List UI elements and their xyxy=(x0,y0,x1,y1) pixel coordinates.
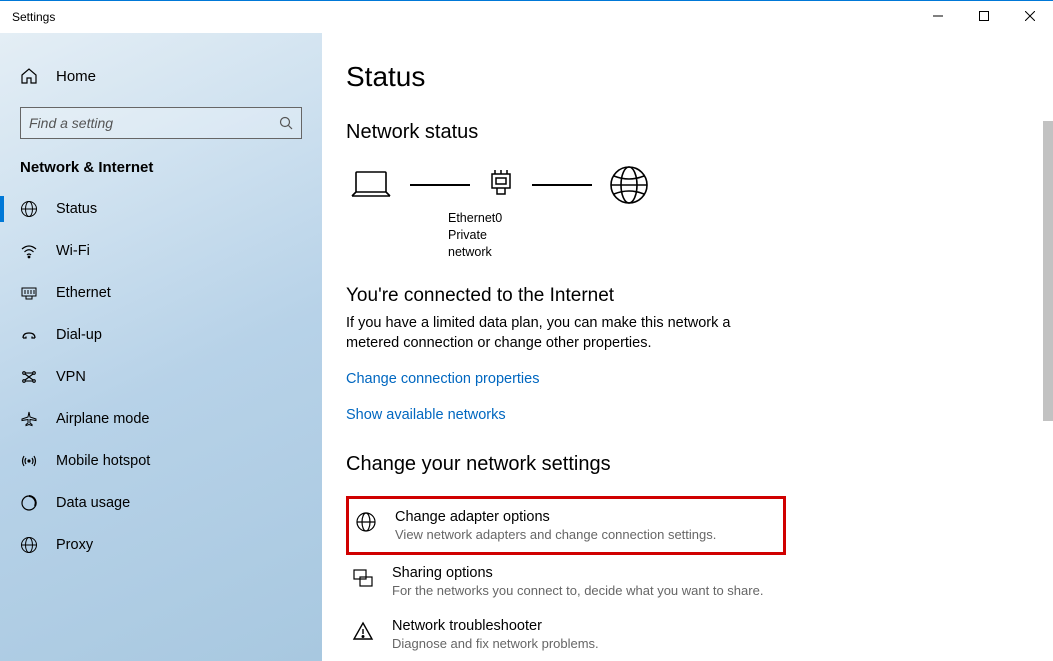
sidebar: Home Network & Internet Status Wi-Fi xyxy=(0,33,322,661)
row-network-troubleshooter[interactable]: Network troubleshooter Diagnose and fix … xyxy=(346,608,786,661)
titlebar: Settings xyxy=(0,1,1053,33)
window-title: Settings xyxy=(12,10,55,24)
adapter-options-icon xyxy=(355,511,377,533)
hotspot-icon xyxy=(20,452,38,470)
sidebar-section-title: Network & Internet xyxy=(0,159,322,188)
setting-title: Change adapter options xyxy=(395,509,716,525)
network-type: Private network xyxy=(448,227,476,261)
search-input[interactable] xyxy=(29,115,279,131)
connection-line xyxy=(532,184,592,186)
row-sharing-options[interactable]: Sharing options For the networks you con… xyxy=(346,555,786,608)
home-label: Home xyxy=(56,68,96,85)
link-change-connection-properties[interactable]: Change connection properties xyxy=(346,371,1029,387)
ethernet-icon xyxy=(20,284,38,302)
sidebar-item-dialup[interactable]: Dial-up xyxy=(0,314,322,356)
sharing-icon xyxy=(352,567,374,589)
vpn-icon xyxy=(20,368,38,386)
dialup-icon xyxy=(20,326,38,344)
sidebar-item-wifi[interactable]: Wi-Fi xyxy=(0,230,322,272)
diagram-caption: Ethernet0 Private network xyxy=(346,210,476,261)
connection-line xyxy=(410,184,470,186)
close-button[interactable] xyxy=(1007,1,1053,31)
proxy-icon xyxy=(20,536,38,554)
sidebar-item-label: Data usage xyxy=(56,495,130,511)
adapter-icon xyxy=(486,168,516,202)
connected-heading: You're connected to the Internet xyxy=(346,285,1029,307)
minimize-button[interactable] xyxy=(915,1,961,31)
sidebar-item-label: VPN xyxy=(56,369,86,385)
troubleshoot-icon xyxy=(352,620,374,642)
sidebar-item-airplane[interactable]: Airplane mode xyxy=(0,398,322,440)
home-icon xyxy=(20,67,38,85)
sidebar-item-label: Ethernet xyxy=(56,285,111,301)
laptop-icon xyxy=(348,168,394,202)
wifi-icon xyxy=(20,242,38,260)
sidebar-item-datausage[interactable]: Data usage xyxy=(0,482,322,524)
adapter-name: Ethernet0 xyxy=(448,210,476,227)
globe-icon xyxy=(20,200,38,218)
sidebar-item-ethernet[interactable]: Ethernet xyxy=(0,272,322,314)
sidebar-home[interactable]: Home xyxy=(0,59,322,93)
maximize-button[interactable] xyxy=(961,1,1007,31)
sidebar-item-label: Dial-up xyxy=(56,327,102,343)
network-diagram xyxy=(346,164,1029,206)
sidebar-item-label: Proxy xyxy=(56,537,93,553)
change-settings-heading: Change your network settings xyxy=(346,453,1029,476)
setting-title: Network troubleshooter xyxy=(392,618,599,634)
scrollbar[interactable] xyxy=(1043,121,1053,421)
internet-globe-icon xyxy=(608,164,650,206)
network-status-heading: Network status xyxy=(346,121,1029,144)
sidebar-item-vpn[interactable]: VPN xyxy=(0,356,322,398)
setting-desc: View network adapters and change connect… xyxy=(395,527,716,542)
search-icon xyxy=(279,116,293,130)
connected-description: If you have a limited data plan, you can… xyxy=(346,313,746,354)
search-box[interactable] xyxy=(20,107,302,139)
data-usage-icon xyxy=(20,494,38,512)
sidebar-item-proxy[interactable]: Proxy xyxy=(0,524,322,566)
sidebar-item-label: Airplane mode xyxy=(56,411,150,427)
sidebar-item-hotspot[interactable]: Mobile hotspot xyxy=(0,440,322,482)
sidebar-item-label: Mobile hotspot xyxy=(56,453,150,469)
sidebar-item-label: Wi-Fi xyxy=(56,243,90,259)
row-change-adapter-options[interactable]: Change adapter options View network adap… xyxy=(346,496,786,555)
setting-desc: Diagnose and fix network problems. xyxy=(392,636,599,651)
airplane-icon xyxy=(20,410,38,428)
sidebar-item-label: Status xyxy=(56,201,97,217)
main-content: Status Network status Ethernet0 Private … xyxy=(322,33,1053,661)
link-show-available-networks[interactable]: Show available networks xyxy=(346,407,1029,423)
sidebar-item-status[interactable]: Status xyxy=(0,188,322,230)
setting-title: Sharing options xyxy=(392,565,763,581)
setting-desc: For the networks you connect to, decide … xyxy=(392,583,763,598)
page-title: Status xyxy=(346,61,1029,93)
window-controls xyxy=(915,1,1053,31)
